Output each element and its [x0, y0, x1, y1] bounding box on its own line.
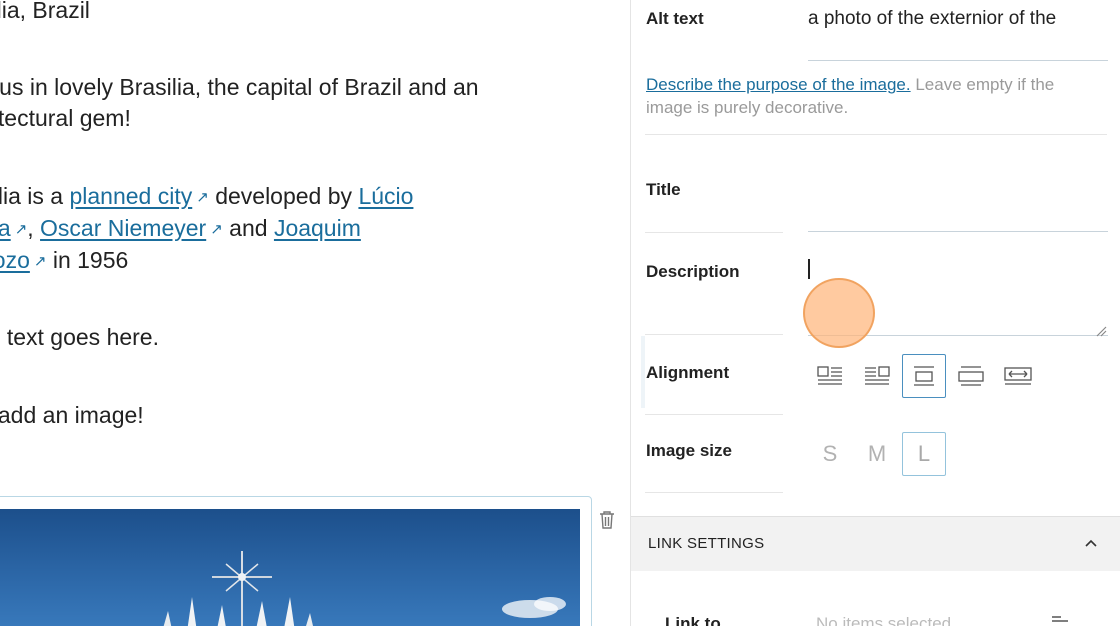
title-input[interactable]	[808, 231, 1108, 232]
browse-link-icon[interactable]	[1051, 616, 1069, 626]
resize-handle-icon[interactable]	[1095, 324, 1107, 337]
align-right-icon	[865, 366, 890, 385]
paragraph-add-image[interactable]: s add an image!	[0, 400, 144, 431]
paragraph-more[interactable]: re text goes here.	[0, 322, 159, 353]
link-to-label: Link to	[665, 614, 721, 626]
link-settings-title: LINK SETTINGS	[648, 535, 765, 552]
alignment-options	[808, 354, 1040, 398]
divider	[645, 232, 783, 233]
link-lucio-costa[interactable]: Lúcio	[358, 183, 413, 209]
size-small-button[interactable]: S	[808, 432, 852, 476]
link-oscar-niemeyer[interactable]: Oscar Niemeyer ↗	[40, 215, 223, 241]
title-label: Title	[646, 180, 681, 199]
link-joaquim-cardozo[interactable]: Joaquim	[274, 215, 361, 241]
align-right-button[interactable]	[855, 354, 899, 398]
image-size-options: S M L	[808, 432, 946, 476]
align-wide-button[interactable]	[949, 354, 993, 398]
align-full-button[interactable]	[996, 354, 1040, 398]
delete-image-button[interactable]	[598, 510, 618, 532]
text-caret	[808, 259, 810, 279]
image-settings-panel: Alt text a photo of the externior of the…	[630, 0, 1120, 626]
alt-text-underline	[808, 60, 1108, 61]
cathedral-photo[interactable]	[0, 509, 580, 626]
alt-text-label: Alt text	[646, 9, 704, 28]
align-left-icon	[817, 366, 842, 385]
align-full-icon	[1004, 367, 1032, 385]
link-to-placeholder[interactable]: No items selected	[816, 614, 951, 626]
align-left-button[interactable]	[808, 354, 852, 398]
chevron-up-icon[interactable]	[1083, 535, 1099, 551]
size-large-button[interactable]: L	[902, 432, 946, 476]
external-link-icon: ↗	[14, 221, 28, 238]
divider	[645, 334, 783, 335]
alt-text-input[interactable]: a photo of the externior of the	[808, 8, 1056, 30]
paragraph-intro[interactable]: n us in lovely Brasilia, the capital of …	[0, 72, 479, 134]
link-planned-city[interactable]: planned city ↗	[69, 183, 208, 209]
link-lucio-costa-cont[interactable]: sta↗	[0, 215, 27, 241]
external-link-icon: ↗	[33, 253, 47, 270]
trash-icon	[600, 511, 614, 529]
external-link-icon: ↗	[196, 189, 209, 206]
describe-purpose-link[interactable]: Describe the purpose of the image.	[646, 75, 911, 94]
divider	[645, 414, 783, 415]
paragraph-history[interactable]: sília is a planned city↗ developed by Lú…	[0, 181, 413, 277]
alt-text-help: Describe the purpose of the image. Leave…	[646, 75, 1055, 117]
align-center-button[interactable]	[902, 354, 946, 398]
alignment-label: Alignment	[646, 363, 730, 382]
paragraph-location[interactable]: silia, Brazil	[0, 0, 90, 26]
link-settings-header[interactable]: LINK SETTINGS	[631, 516, 1120, 571]
align-wide-icon	[958, 366, 984, 386]
image-size-label: Image size	[646, 441, 732, 460]
editor-canvas[interactable]: silia, Brazil n us in lovely Brasilia, t…	[0, 0, 630, 626]
divider	[645, 492, 783, 493]
external-link-icon: ↗	[210, 221, 223, 238]
align-center-icon	[914, 366, 934, 386]
cathedral-illustration	[163, 551, 566, 626]
divider	[645, 134, 1107, 135]
link-joaquim-cardozo-cont[interactable]: dozo↗	[0, 247, 46, 273]
size-medium-button[interactable]: M	[855, 432, 899, 476]
touch-indicator	[803, 278, 875, 348]
focus-indicator	[641, 336, 645, 408]
description-label: Description	[646, 262, 740, 281]
